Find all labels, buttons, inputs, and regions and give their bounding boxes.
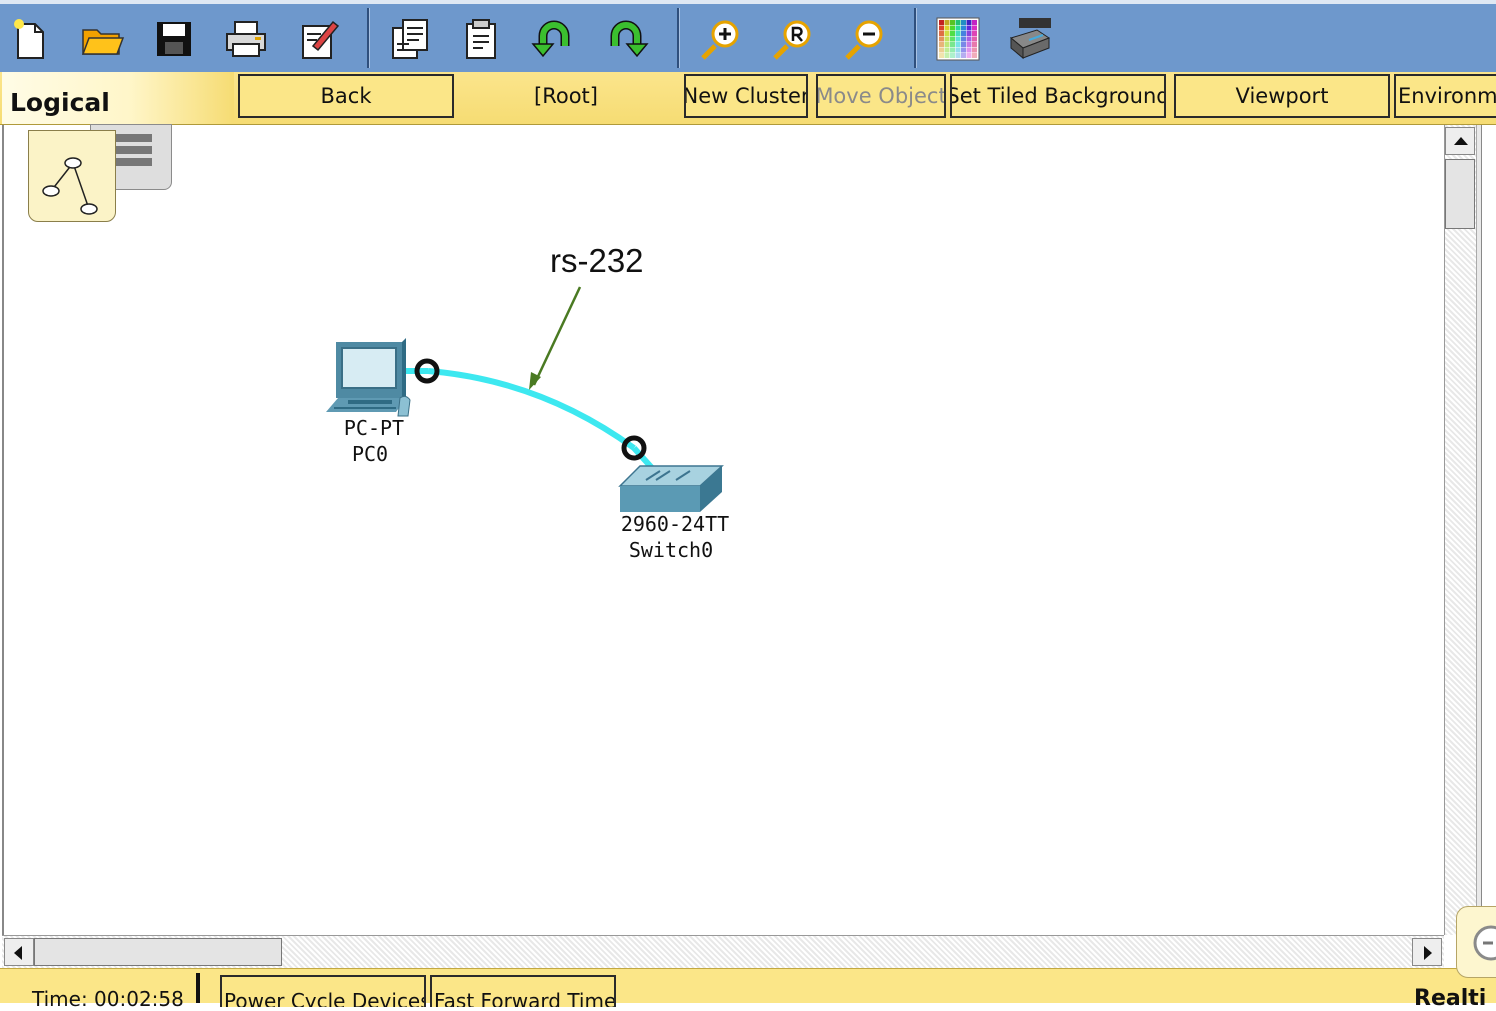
zoom-in-icon: [701, 20, 739, 60]
horizontal-scroll-thumb[interactable]: [34, 938, 282, 966]
paste-button[interactable]: [456, 12, 508, 66]
edit-button[interactable]: [292, 12, 344, 66]
fast-forward-time-button[interactable]: Fast Forward Time: [430, 975, 616, 1007]
set-tiled-background-button[interactable]: Set Tiled Background: [950, 74, 1166, 118]
new-file-icon: [14, 19, 44, 59]
open-button[interactable]: [76, 12, 128, 66]
zoom-in-button[interactable]: [694, 12, 746, 66]
realtime-label: Realti: [1414, 986, 1487, 1011]
main-toolbar: [0, 0, 1496, 73]
vertical-scrollbar[interactable]: [1444, 125, 1477, 935]
scroll-up-button[interactable]: [1445, 127, 1475, 155]
environment-button[interactable]: Environme: [1394, 74, 1496, 118]
undo-icon: [531, 20, 570, 58]
vertical-scroll-thumb[interactable]: [1445, 159, 1475, 229]
pc-name-label[interactable]: PC0: [332, 442, 408, 466]
scroll-right-button[interactable]: [1412, 938, 1442, 966]
zoom-reset-button[interactable]: [766, 12, 818, 66]
switch-name-label[interactable]: Switch0: [610, 538, 732, 562]
save-button[interactable]: [148, 12, 200, 66]
redo-button[interactable]: [600, 12, 652, 66]
zoom-out-button[interactable]: [838, 12, 890, 66]
arrow-right-icon: [1424, 946, 1432, 960]
back-button[interactable]: Back: [238, 74, 454, 118]
viewport-button[interactable]: Viewport: [1174, 74, 1390, 118]
new-cluster-button[interactable]: New Cluster: [684, 74, 808, 118]
clock-icon: [1473, 925, 1496, 961]
logical-bar: Logical Back [Root] New Cluster Move Obj…: [0, 72, 1496, 125]
switch-model-label: 2960-24TT: [620, 512, 730, 536]
logical-navigation-tab[interactable]: [28, 130, 116, 222]
side-panel-scrollbar[interactable]: [1476, 125, 1496, 970]
custom-device-button[interactable]: [1004, 12, 1056, 66]
copy-button[interactable]: [384, 12, 436, 66]
arrow-left-icon: [14, 946, 22, 960]
scroll-left-button[interactable]: [4, 938, 34, 966]
zoom-reset-icon: [773, 20, 811, 60]
simulation-time: Time: 00:02:58: [32, 987, 184, 1011]
paste-icon: [466, 19, 496, 59]
copy-icon: [392, 19, 428, 59]
toolbar-top-edge: [0, 0, 1496, 4]
toolbar-separator: [367, 8, 370, 68]
cable-annotation[interactable]: rs-232: [550, 242, 644, 280]
power-cycle-devices-button[interactable]: Power Cycle Devices: [220, 975, 426, 1007]
new-file-button[interactable]: [4, 12, 56, 66]
toolbar-separator: [914, 8, 917, 68]
save-icon: [157, 22, 191, 56]
arrow-up-icon: [1454, 137, 1468, 145]
tab-logical-label: Logical: [10, 88, 110, 117]
print-icon: [226, 21, 266, 57]
print-button[interactable]: [220, 12, 272, 66]
pc-model-label: PC-PT: [343, 416, 405, 440]
topology-icon: [42, 157, 98, 215]
redo-icon: [610, 20, 649, 58]
palette-button[interactable]: [932, 12, 984, 66]
horizontal-scrollbar[interactable]: [2, 935, 1444, 968]
toolbar-separator: [677, 8, 680, 68]
undo-button[interactable]: [528, 12, 580, 66]
zoom-out-icon: [845, 20, 883, 60]
open-folder-icon: [81, 29, 125, 55]
custom-device-icon: [1009, 18, 1051, 60]
edit-icon: [302, 20, 340, 59]
tab-logical[interactable]: Logical: [2, 72, 234, 124]
rack-icon: [112, 134, 152, 178]
move-object-button[interactable]: Move Object: [816, 74, 946, 118]
status-bar: Time: 00:02:58 Power Cycle Devices Fast …: [0, 968, 1496, 1011]
palette-icon: [936, 17, 980, 61]
status-separator: [196, 973, 200, 1003]
realtime-mode-tab[interactable]: [1456, 906, 1496, 978]
root-button[interactable]: [Root]: [458, 74, 674, 118]
